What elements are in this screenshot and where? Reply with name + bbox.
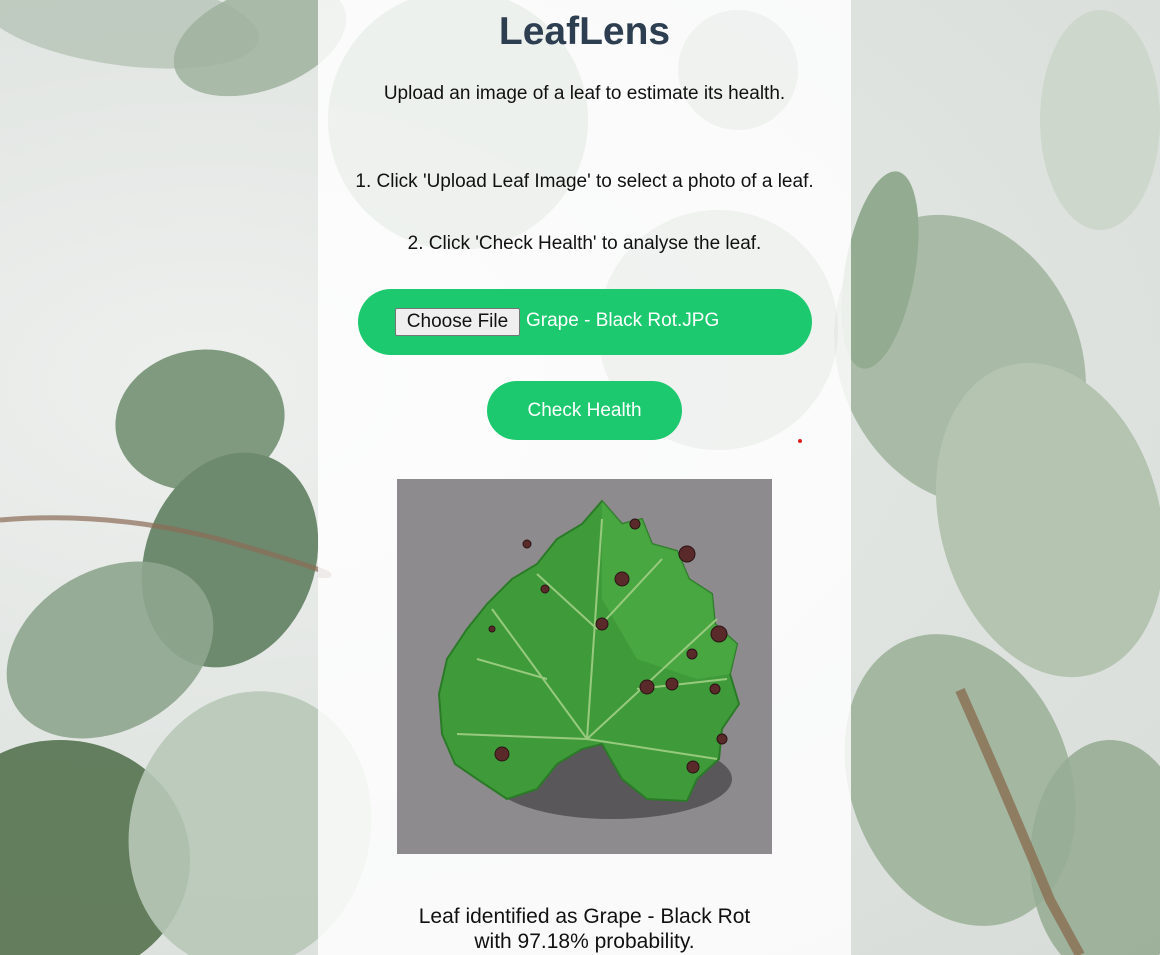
prediction-result-line-1: Leaf identified as Grape - Black Rot xyxy=(418,905,751,928)
choose-file-button[interactable]: Choose File xyxy=(395,308,520,336)
leaf-preview-image xyxy=(397,479,772,854)
instruction-step-1: 1. Click 'Upload Leaf Image' to select a… xyxy=(355,171,814,192)
prediction-result-line-2: with 97.18% probability. xyxy=(474,930,695,953)
prediction-result: Leaf identified as Grape - Black Rot wit… xyxy=(318,904,851,954)
cursor-dot xyxy=(798,439,802,443)
upload-leaf-image-control[interactable]: Choose File Grape - Black Rot.JPG xyxy=(358,289,812,355)
selected-file-name: Grape - Black Rot.JPG xyxy=(526,310,720,331)
page-title: LeafLens xyxy=(498,10,671,53)
main-panel: LeafLens Upload an image of a leaf to es… xyxy=(318,0,851,955)
grape-leaf-icon xyxy=(397,479,772,854)
check-health-button[interactable]: Check Health xyxy=(487,381,682,440)
instruction-step-2: 2. Click 'Check Health' to analyse the l… xyxy=(407,233,762,254)
page-subtitle: Upload an image of a leaf to estimate it… xyxy=(383,83,786,104)
